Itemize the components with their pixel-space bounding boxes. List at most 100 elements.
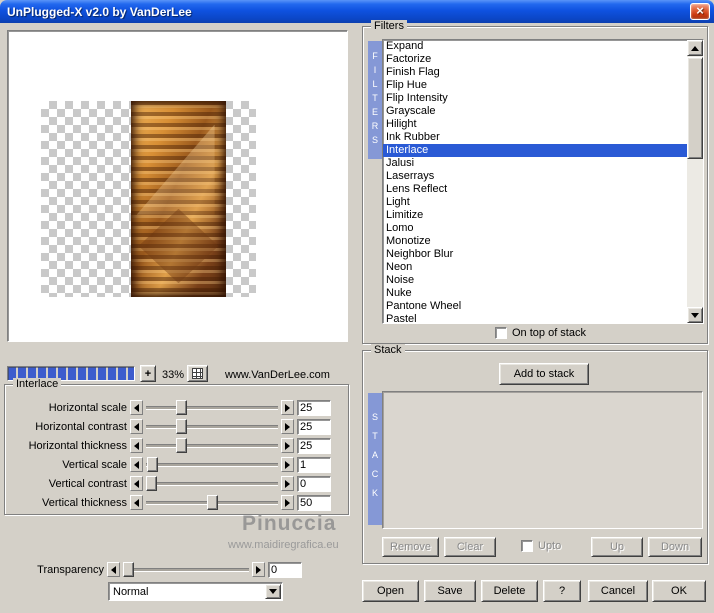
slider-value-input[interactable] <box>297 418 331 435</box>
preview-image <box>131 101 226 297</box>
filter-item-finish-flag[interactable]: Finish Flag <box>383 66 687 79</box>
blend-mode-select[interactable]: Normal <box>108 582 283 601</box>
left-triangle-icon <box>130 441 139 450</box>
slider-track[interactable] <box>123 561 249 578</box>
slider-value-input[interactable] <box>297 494 331 511</box>
slider-thumb[interactable] <box>123 562 134 577</box>
up-button[interactable]: Up <box>591 537 643 557</box>
close-button[interactable]: × <box>690 3 710 20</box>
on-top-of-stack-row: On top of stack <box>495 327 586 339</box>
slider-thumb[interactable] <box>146 476 157 491</box>
slider-left-arrow[interactable] <box>130 457 143 472</box>
slider-row-vertical-contrast: Vertical contrast <box>9 474 344 493</box>
clear-button[interactable]: Clear <box>444 537 496 557</box>
delete-button[interactable]: Delete <box>481 580 538 602</box>
slider-left-arrow[interactable] <box>107 562 120 577</box>
scrollbar-thumb[interactable] <box>687 57 703 159</box>
slider-value-input[interactable] <box>297 437 331 454</box>
slider-value-input[interactable] <box>268 561 302 578</box>
filter-item-pastel[interactable]: Pastel <box>383 313 687 323</box>
interlace-group: Interlace Horizontal scale Horizontal co… <box>4 378 349 515</box>
on-top-of-stack-checkbox[interactable] <box>495 327 507 339</box>
on-top-of-stack-label: On top of stack <box>512 327 586 339</box>
slider-track[interactable] <box>146 418 278 435</box>
scroll-down-button[interactable] <box>687 307 703 323</box>
slider-row-transparency: Transparency <box>4 560 306 579</box>
filters-list-items: Expand Factorize Finish Flag Flip Hue Flip I… <box>383 40 687 323</box>
right-triangle-icon <box>285 441 294 450</box>
window-title: UnPlugged-X v2.0 by VanDerLee <box>7 4 192 19</box>
filter-item-hilight[interactable]: Hilight <box>383 118 687 131</box>
filter-item-expand[interactable]: Expand <box>383 40 687 53</box>
slider-thumb[interactable] <box>206 495 218 510</box>
slider-right-arrow[interactable] <box>281 419 294 434</box>
titlebar[interactable]: UnPlugged-X v2.0 by VanDerLee × <box>0 0 714 23</box>
slider-row-horizontal-thickness: Horizontal thickness <box>9 436 344 455</box>
save-button[interactable]: Save <box>424 580 476 602</box>
filter-item-limitize[interactable]: Limitize <box>383 209 687 222</box>
slider-left-arrow[interactable] <box>130 438 143 453</box>
slider-right-arrow[interactable] <box>281 495 294 510</box>
filter-item-grayscale[interactable]: Grayscale <box>383 105 687 118</box>
filter-item-neon[interactable]: Neon <box>383 261 687 274</box>
slider-left-arrow[interactable] <box>130 400 143 415</box>
remove-button[interactable]: Remove <box>382 537 439 557</box>
scroll-up-button[interactable] <box>687 40 703 56</box>
filters-group: Filters FILTERS Expand Factorize Finish Fl… <box>362 20 708 344</box>
slider-track[interactable] <box>146 475 278 492</box>
ok-button[interactable]: OK <box>652 580 706 602</box>
cancel-button[interactable]: Cancel <box>588 580 648 602</box>
filter-item-ink-rubber[interactable]: Ink Rubber <box>383 131 687 144</box>
slider-left-arrow[interactable] <box>130 495 143 510</box>
left-triangle-icon <box>130 498 139 507</box>
slider-right-arrow[interactable] <box>281 400 294 415</box>
filter-item-jalusi[interactable]: Jalusi <box>383 157 687 170</box>
filter-item-laserrays[interactable]: Laserrays <box>383 170 687 183</box>
filter-item-factorize[interactable]: Factorize <box>383 53 687 66</box>
watermark-name: Pinuccia <box>242 512 337 535</box>
slider-track[interactable] <box>146 456 278 473</box>
slider-thumb[interactable] <box>147 457 159 472</box>
slider-right-arrow[interactable] <box>281 438 294 453</box>
slider-thumb[interactable] <box>176 438 188 453</box>
slider-thumb[interactable] <box>176 400 188 415</box>
preview-panel[interactable] <box>7 30 348 342</box>
slider-row-vertical-scale: Vertical scale <box>9 455 344 474</box>
slider-thumb[interactable] <box>176 419 188 434</box>
keypad-button[interactable] <box>187 365 208 382</box>
filter-item-nuke[interactable]: Nuke <box>383 287 687 300</box>
help-button[interactable]: ? <box>543 580 581 602</box>
open-button[interactable]: Open <box>362 580 419 602</box>
stack-list[interactable] <box>382 391 703 529</box>
slider-right-arrow[interactable] <box>281 457 294 472</box>
filter-item-neighbor-blur[interactable]: Neighbor Blur <box>383 248 687 261</box>
filters-listbox[interactable]: Expand Factorize Finish Flag Flip Hue Flip I… <box>382 39 704 324</box>
filter-item-lens-reflect[interactable]: Lens Reflect <box>383 183 687 196</box>
filter-item-pantone-wheel[interactable]: Pantone Wheel <box>383 300 687 313</box>
filter-item-flip-hue[interactable]: Flip Hue <box>383 79 687 92</box>
zoom-in-button[interactable]: + <box>140 365 156 382</box>
slider-left-arrow[interactable] <box>130 476 143 491</box>
upto-checkbox[interactable] <box>521 540 533 552</box>
slider-track[interactable] <box>146 437 278 454</box>
slider-left-arrow[interactable] <box>130 419 143 434</box>
filter-item-interlace[interactable]: Interlace <box>383 144 687 157</box>
slider-right-arrow[interactable] <box>281 476 294 491</box>
filter-item-flip-intensity[interactable]: Flip Intensity <box>383 92 687 105</box>
slider-track[interactable] <box>146 399 278 416</box>
filter-item-noise[interactable]: Noise <box>383 274 687 287</box>
slider-right-arrow[interactable] <box>252 562 265 577</box>
slider-value-input[interactable] <box>297 456 331 473</box>
down-button[interactable]: Down <box>648 537 702 557</box>
arrow-down-icon <box>691 312 699 322</box>
slider-value-input[interactable] <box>297 475 331 492</box>
filter-item-lomo[interactable]: Lomo <box>383 222 687 235</box>
slider-track[interactable] <box>146 494 278 511</box>
filters-scrollbar[interactable] <box>687 40 703 323</box>
slider-value-input[interactable] <box>297 399 331 416</box>
add-to-stack-button[interactable]: Add to stack <box>499 363 589 385</box>
filter-item-light[interactable]: Light <box>383 196 687 209</box>
filter-item-monotize[interactable]: Monotize <box>383 235 687 248</box>
dropdown-button[interactable] <box>265 584 281 599</box>
slider-label: Horizontal scale <box>48 401 127 414</box>
